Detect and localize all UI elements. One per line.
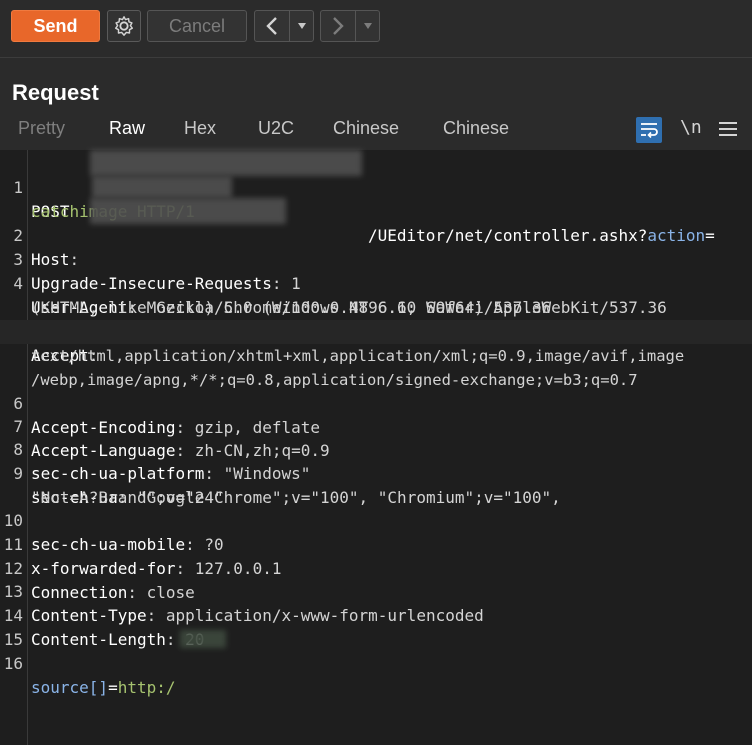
editor-line: 9 sec-ch-ua: "Google Chrome";v="100", "C…	[0, 438, 752, 507]
wrap-lines-toggle[interactable]	[636, 117, 662, 143]
dropdown-icon	[297, 23, 306, 29]
editor-line: 4 User-Agent: Mozilla/5.0 (Windows NT 6.…	[0, 248, 752, 317]
chevron-left-icon	[266, 17, 277, 35]
back-button[interactable]	[255, 11, 290, 41]
panel-title: Request	[12, 80, 99, 105]
line-number: 16	[3, 654, 23, 673]
forward-button[interactable]	[321, 11, 356, 41]
menu-icon	[719, 122, 737, 124]
editor-line: "Not=A?Brand";v="24"	[0, 462, 752, 507]
editor-line: 5 Accept:	[0, 296, 752, 365]
tab-chinese-1[interactable]: Chinese	[333, 118, 399, 139]
editor-line: 11 x-forwarded-for: 127.0.0.1	[0, 509, 752, 578]
back-nav-group	[254, 10, 314, 42]
editor-line: 2 Host:	[0, 200, 752, 269]
panel-menu-button[interactable]	[719, 119, 737, 139]
send-button[interactable]: Send	[11, 10, 100, 42]
editor-line: 6 Accept-Encoding: gzip, deflate	[0, 368, 752, 437]
editor-line: 8 sec-ch-ua-platform: "Windows"	[0, 414, 752, 483]
toolbar-divider	[0, 57, 752, 58]
body-param-name: source[]	[31, 678, 109, 697]
back-history-dropdown[interactable]	[290, 11, 313, 41]
editor-line: 10 sec-ch-ua-mobile: ?0	[0, 485, 752, 554]
editor-line-highlighted: text/html,application/xhtml+xml,applicat…	[0, 320, 752, 365]
redaction-blur	[180, 630, 226, 648]
chevron-right-icon	[333, 17, 344, 35]
editor-line: 13 Content-Type: application/x-www-form-…	[0, 556, 752, 625]
gear-icon	[115, 16, 133, 36]
forward-nav-group	[320, 10, 380, 42]
redaction-blur	[92, 176, 232, 198]
editor-line: 16 source[]=http:/	[0, 628, 752, 697]
editor-line: /webp,image/apng,*/*;q=0.8,application/s…	[0, 344, 752, 389]
tab-chinese-2[interactable]: Chinese	[443, 118, 509, 139]
dropdown-icon	[363, 23, 372, 29]
show-newlines-toggle[interactable]: \n	[680, 117, 702, 138]
editor-line: 12 Connection: close	[0, 533, 752, 602]
tab-u2c[interactable]: U2C	[258, 118, 294, 139]
editor-line: 7 Accept-Language: zh-CN,zh;q=0.9	[0, 391, 752, 460]
editor-line: 3 Upgrade-Insecure-Requests: 1	[0, 224, 752, 293]
editor-line: 14 Content-Length: 20	[0, 580, 752, 649]
settings-button[interactable]	[107, 10, 141, 42]
tab-hex[interactable]: Hex	[184, 118, 216, 139]
redaction-blur	[90, 150, 362, 176]
wrap-icon	[641, 123, 658, 138]
tab-pretty[interactable]: Pretty	[18, 118, 65, 139]
forward-history-dropdown[interactable]	[356, 11, 379, 41]
tab-raw[interactable]: Raw	[109, 118, 145, 139]
toolbar: Send Cancel	[0, 0, 752, 52]
editor-line: 15	[0, 604, 752, 649]
editor-line: (KHTML, like Gecko) Chrome/100.0.4896.60…	[0, 272, 752, 317]
request-editor[interactable]: 1 POST /UEditor/net/controller.ashx?acti…	[0, 150, 752, 745]
cancel-button[interactable]: Cancel	[147, 10, 247, 42]
body-param-value: http:/	[117, 678, 176, 697]
